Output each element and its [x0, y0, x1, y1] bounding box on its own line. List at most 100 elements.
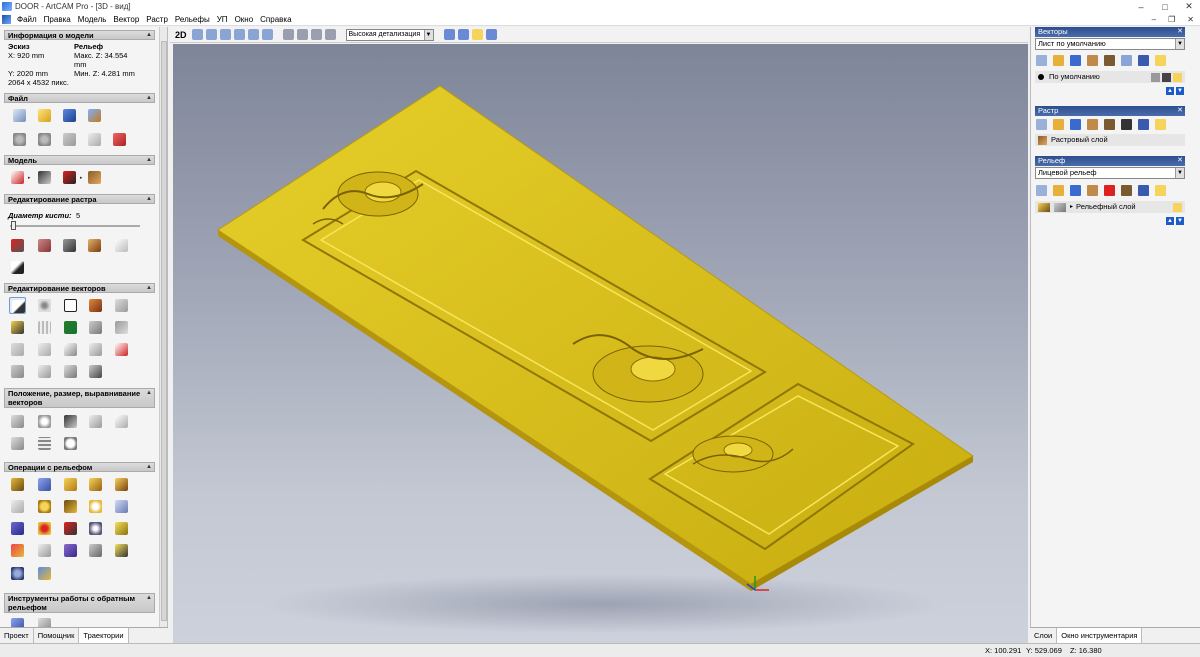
open-model-icon[interactable] — [36, 107, 53, 124]
menu-vector[interactable]: Вектор — [113, 15, 139, 24]
open-relief-icon[interactable] — [1053, 185, 1064, 196]
minimize-button[interactable]: – — [1136, 2, 1146, 12]
transform-vector-icon[interactable] — [113, 297, 130, 314]
maximize-button[interactable]: □ — [1160, 2, 1170, 12]
detail-level-select[interactable]: Высокая детализация ▼ — [345, 28, 434, 41]
relief-layers-icon[interactable] — [36, 542, 53, 559]
redo-icon[interactable] — [36, 131, 53, 148]
menu-help[interactable]: Справка — [260, 15, 291, 24]
select-tool-icon[interactable] — [9, 297, 26, 314]
merge-sheet-icon[interactable] — [1087, 55, 1098, 66]
mdi-close-button[interactable]: ✕ — [1187, 15, 1194, 24]
relief-view-icon[interactable] — [113, 520, 130, 537]
front-view-icon[interactable] — [310, 29, 322, 40]
raster-settings-icon[interactable] — [1104, 119, 1115, 130]
star-vector-icon[interactable] — [87, 363, 104, 380]
open-sheet-icon[interactable] — [1053, 55, 1064, 66]
spin-relief-icon[interactable] — [9, 498, 26, 515]
new-relief-icon[interactable] — [1036, 185, 1047, 196]
fill-tool-icon[interactable] — [36, 237, 53, 254]
new-raster-icon[interactable] — [1036, 119, 1047, 130]
node-edit-icon[interactable] — [36, 297, 53, 314]
draw-axes-icon[interactable] — [457, 29, 469, 40]
relief-clipart-icon[interactable] — [87, 520, 104, 537]
tab-toolpaths[interactable]: Траектории — [79, 627, 129, 643]
expand-arrow-icon[interactable]: ▸ — [1070, 201, 1073, 213]
relief-mode-icon[interactable] — [1054, 202, 1066, 212]
relief-stamp-icon[interactable] — [113, 542, 130, 559]
merge-relief-icon[interactable] — [1087, 185, 1098, 196]
tab-assistant[interactable]: Помощник — [34, 628, 80, 643]
carve-relief-icon[interactable] — [62, 520, 79, 537]
layer-visibility-icon[interactable] — [1155, 55, 1166, 66]
extrude-relief-icon[interactable] — [62, 498, 79, 515]
sweep-relief-icon[interactable] — [87, 498, 104, 515]
draw-line-icon[interactable] — [9, 259, 26, 276]
undo-icon[interactable] — [11, 131, 28, 148]
relief-visibility-icon[interactable] — [1155, 185, 1166, 196]
vector-library-icon[interactable] — [9, 319, 26, 336]
vector-doctor-icon[interactable] — [62, 319, 79, 336]
save-raster-icon[interactable] — [1070, 119, 1081, 130]
menu-toolpaths[interactable]: УП — [217, 15, 228, 24]
copy-icon[interactable] — [86, 131, 103, 148]
merge-raster-icon[interactable] — [1087, 119, 1098, 130]
rotate-view-icon[interactable] — [191, 29, 203, 40]
raster-layer-row[interactable]: Растровый слой — [1035, 134, 1185, 146]
brush-slider-handle[interactable] — [11, 221, 16, 230]
shape-editor-icon[interactable] — [9, 476, 26, 493]
block-copy-icon[interactable] — [9, 435, 26, 452]
zoom-in-icon[interactable] — [219, 29, 231, 40]
sheet-settings-icon[interactable] — [1104, 55, 1115, 66]
text-tool-icon[interactable] — [87, 297, 104, 314]
raster-shape-icon[interactable] — [86, 237, 103, 254]
relief-select[interactable]: Лицевой рельеф ▼ — [1035, 167, 1185, 179]
relief-warning-icon[interactable] — [9, 542, 26, 559]
wave-vector-icon[interactable] — [36, 341, 53, 358]
menu-window[interactable]: Окно — [235, 15, 254, 24]
save-model-icon[interactable] — [61, 107, 78, 124]
bulb-icon[interactable] — [1173, 72, 1182, 82]
side-view-icon[interactable] — [324, 29, 336, 40]
move-up-icon[interactable]: ▲ — [1166, 87, 1174, 95]
mdi-restore-button[interactable]: ❐ — [1168, 15, 1175, 24]
add-layer-icon[interactable] — [1121, 55, 1132, 66]
model-colors-icon[interactable] — [61, 169, 78, 186]
relief-color-icon[interactable] — [1104, 185, 1115, 196]
model-resolution-icon[interactable] — [36, 169, 53, 186]
eyedropper-icon[interactable] — [61, 237, 78, 254]
relief-move-up-icon[interactable]: ▲ — [1166, 217, 1174, 225]
grid-tool-icon[interactable] — [36, 319, 53, 336]
circle-copy-icon[interactable] — [62, 435, 79, 452]
vectors-header[interactable]: Векторы ✕ — [1035, 27, 1185, 37]
delete-layer-icon[interactable] — [1138, 55, 1149, 66]
relief-export-icon[interactable] — [36, 565, 53, 582]
raster-image-icon[interactable] — [1121, 119, 1132, 130]
paint-brush-icon[interactable] — [9, 237, 26, 254]
menu-model[interactable]: Модель — [78, 15, 107, 24]
pan-view-icon[interactable] — [205, 29, 217, 40]
new-model-icon[interactable] — [11, 107, 28, 124]
save-relief-icon[interactable] — [1070, 185, 1081, 196]
scale-vectors-icon[interactable] — [87, 413, 104, 430]
join-vectors-icon[interactable] — [113, 319, 130, 336]
zoom-box-icon[interactable] — [247, 29, 259, 40]
vector-sheet-select[interactable]: Лист по умолчанию ▼ — [1035, 38, 1185, 50]
border-tool-icon[interactable] — [87, 319, 104, 336]
file-section-header[interactable]: Файл ▲ — [4, 93, 155, 103]
lock-icon[interactable] — [1151, 72, 1160, 82]
close-button[interactable]: ✕ — [1184, 1, 1194, 12]
iso-view-icon[interactable] — [282, 29, 294, 40]
relief-ops-section-header[interactable]: Операции с рельефом ▲ — [4, 462, 155, 472]
image-import-icon[interactable] — [86, 169, 103, 186]
tab-project[interactable]: Проект — [0, 628, 34, 643]
zoom-out-icon[interactable] — [233, 29, 245, 40]
raster-header[interactable]: Растр ✕ — [1035, 106, 1185, 116]
scrollbar-thumb[interactable] — [161, 41, 167, 621]
edit-layer-icon[interactable] — [1162, 72, 1171, 82]
trim-vector-icon[interactable] — [113, 341, 130, 358]
raster-visibility-icon[interactable] — [1155, 119, 1166, 130]
relief-move-down-icon[interactable]: ▼ — [1176, 217, 1184, 225]
relief-globe-icon[interactable] — [9, 565, 26, 582]
delete-raster-icon[interactable] — [1138, 119, 1149, 130]
